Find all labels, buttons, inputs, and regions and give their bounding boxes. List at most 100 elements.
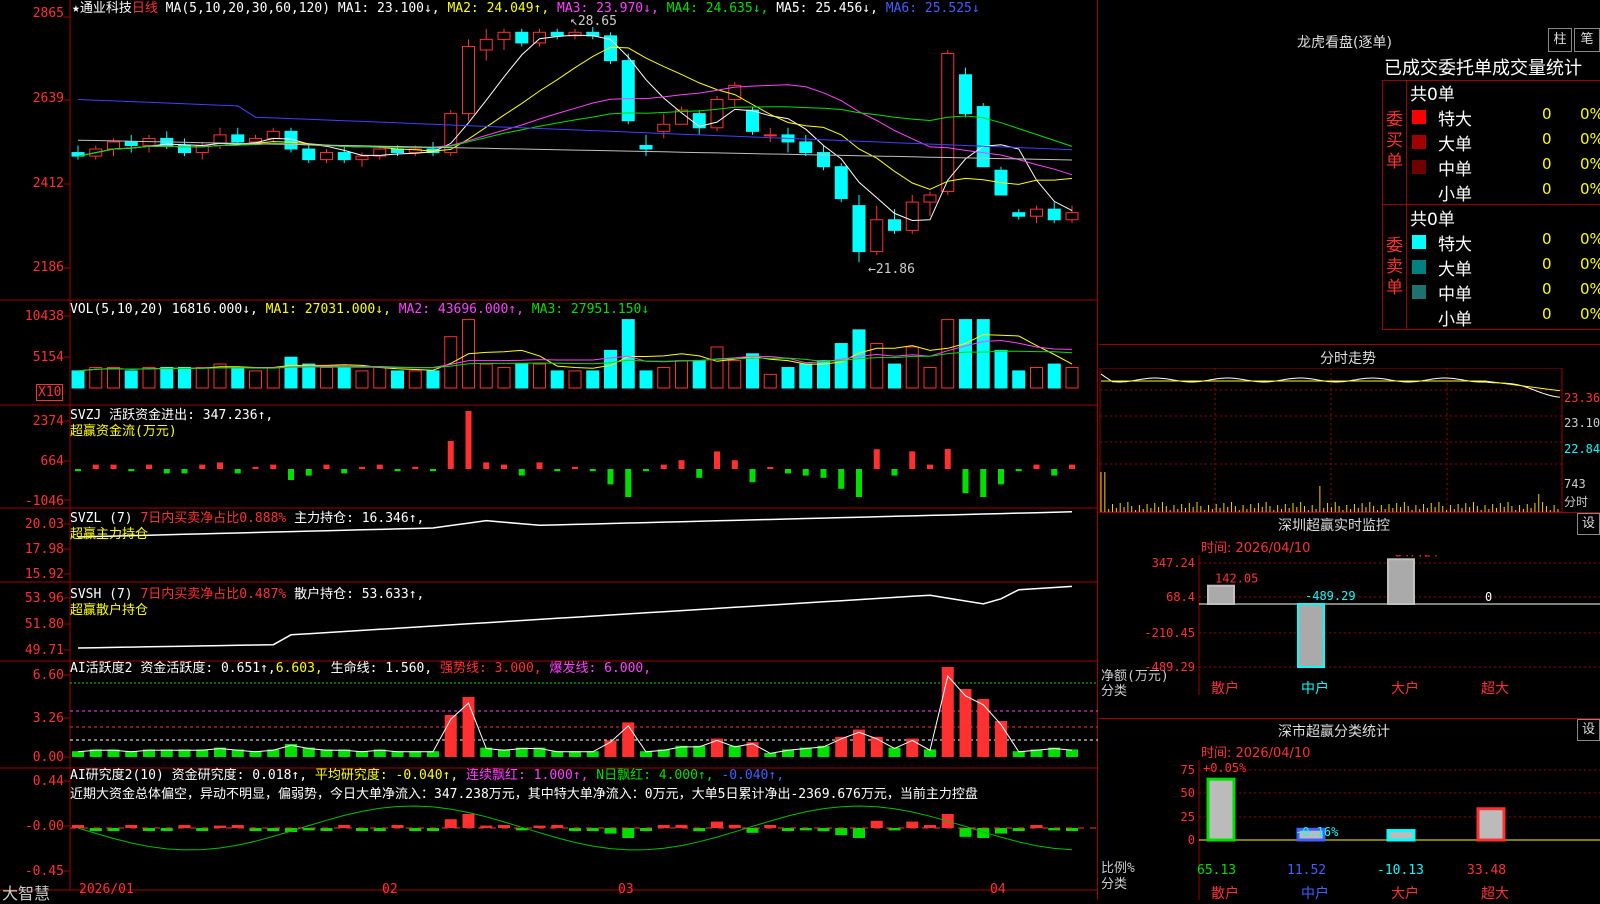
order-type: 小单 xyxy=(1438,310,1472,330)
flow-bar xyxy=(731,460,738,469)
volume-bar xyxy=(231,366,245,389)
sc-category: 超大 xyxy=(1481,886,1509,900)
svzl-header: SVZL (7) 7日内买卖净占比0.888% 主力持仓: 16.346↑, 超… xyxy=(70,511,424,543)
ai2-axis-2: -0.45 xyxy=(24,864,64,879)
order-pct: 0% xyxy=(1580,155,1600,173)
ai1-axis-2: 0.00 xyxy=(32,750,64,765)
order-row: 大单 0 0% xyxy=(1410,130,1600,155)
flow-bar xyxy=(341,469,348,474)
vol-axis-1: 5154 xyxy=(32,350,64,365)
price-axis-0: 2865 xyxy=(32,6,64,21)
order-count: 0 xyxy=(1542,155,1552,173)
svzl-sub: 超赢主力持仓 xyxy=(70,527,149,542)
ai1-bar xyxy=(444,715,457,757)
candle-body xyxy=(852,205,866,253)
flow-bar xyxy=(909,451,916,469)
sc-settings-button[interactable]: 设 xyxy=(1577,719,1600,741)
svzj-axis-2: -1046 xyxy=(24,494,64,509)
ma-line xyxy=(77,106,1073,157)
volume-bar xyxy=(728,360,742,389)
sz-bar xyxy=(1207,584,1235,605)
svzj-sub: 超赢资金流(万元) xyxy=(70,424,177,439)
order-type: 大单 xyxy=(1438,135,1472,155)
volume-bar xyxy=(444,336,458,389)
flow-bar xyxy=(199,464,206,469)
sc-bar xyxy=(1476,807,1506,842)
svsh-ratio: 7日内买卖净占比0.487% xyxy=(140,587,287,602)
zhu-button[interactable]: 柱 xyxy=(1548,28,1572,52)
vol-title: VOL(5,10,20) xyxy=(70,302,164,317)
volume-bar xyxy=(124,370,138,389)
flow-bar xyxy=(447,441,454,469)
sc-axis-label: 25 xyxy=(1181,810,1195,824)
flow-bar xyxy=(607,469,614,485)
sc-bar-value: 11.52 xyxy=(1287,863,1326,878)
candle-body xyxy=(533,31,546,44)
volume-bar xyxy=(888,363,901,389)
bi-button[interactable]: 笔 xyxy=(1574,28,1600,52)
candle-body xyxy=(107,141,120,150)
volume-bar xyxy=(657,366,671,389)
candle-body xyxy=(320,152,333,161)
sc-axis-label: 50 xyxy=(1181,786,1195,800)
intraday-axis-0: 23.36 xyxy=(1564,391,1600,405)
sz-bar xyxy=(1297,603,1325,668)
volume-bar xyxy=(994,349,1008,389)
volume-bar xyxy=(373,366,387,389)
low-mark-value: 21.86 xyxy=(875,262,915,277)
ai2-bar xyxy=(906,821,919,828)
sc-category: 散户 xyxy=(1211,885,1239,900)
ai1-bar xyxy=(693,745,706,757)
flow-bar xyxy=(856,469,862,497)
sell-total: 共0单 xyxy=(1410,210,1455,230)
svzj-axis-0: 2374 xyxy=(32,414,64,429)
flow-bar xyxy=(181,469,188,474)
candle-body xyxy=(1012,212,1026,217)
ai1-bar xyxy=(1066,749,1078,757)
order-row: 大单 0 0% xyxy=(1410,255,1600,280)
order-swatch xyxy=(1412,285,1426,299)
ai2-e: -0.040↑, xyxy=(721,768,785,783)
volume-bar xyxy=(355,370,369,389)
candle-body xyxy=(941,53,955,192)
intraday-chart[interactable] xyxy=(1099,368,1600,512)
flow-bar xyxy=(927,464,933,469)
ai1-bar xyxy=(728,745,741,757)
flow-bar xyxy=(483,462,490,469)
svsh-sub: 超赢散户持仓 xyxy=(70,603,149,618)
ma-line xyxy=(77,99,1073,151)
svzl-axis-2: 15.92 xyxy=(24,567,64,582)
volume-bar xyxy=(515,363,529,389)
ai1-bar xyxy=(906,738,919,757)
ai2-header: AI研究度2(10) 资金研究度: 0.018↑, 平均研究度: -0.040↑… xyxy=(70,768,1096,803)
volume-bar xyxy=(479,363,493,389)
order-type: 中单 xyxy=(1438,285,1472,305)
vol-axis-0: 10438 xyxy=(24,309,64,324)
volume-bar xyxy=(142,366,156,389)
sz-settings-button[interactable]: 设 xyxy=(1577,513,1600,535)
order-type: 大单 xyxy=(1438,260,1472,280)
volume-bar xyxy=(320,366,333,389)
flow-bar xyxy=(501,464,507,469)
volume-bar xyxy=(1065,366,1079,389)
order-pct: 0% xyxy=(1580,130,1600,148)
stats-label[interactable]: 已成交委托单成交量统计 xyxy=(1384,54,1582,80)
candle-body xyxy=(550,31,564,37)
price-chart[interactable] xyxy=(0,0,1098,900)
price-axis-3: 2186 xyxy=(32,260,64,275)
sc-category: 大户 xyxy=(1391,885,1419,900)
flow-bar xyxy=(394,469,401,472)
flow-bar xyxy=(163,469,170,474)
svzj-header: SVZJ 活跃资金进出: 347.236↑, 超赢资金流(万元) xyxy=(70,408,273,440)
ai2-bar xyxy=(835,828,848,836)
volume-bar xyxy=(604,349,617,389)
ai2-axis-0: 0.44 xyxy=(32,774,64,789)
volume-bar xyxy=(249,370,262,389)
ai2-bar xyxy=(870,820,883,828)
order-swatch xyxy=(1412,135,1426,149)
sz-category: 大户 xyxy=(1391,680,1419,697)
ai2-bar xyxy=(853,828,865,838)
ai2-bar xyxy=(711,821,723,828)
volume-bar xyxy=(834,343,848,389)
order-count: 0 xyxy=(1542,105,1552,123)
